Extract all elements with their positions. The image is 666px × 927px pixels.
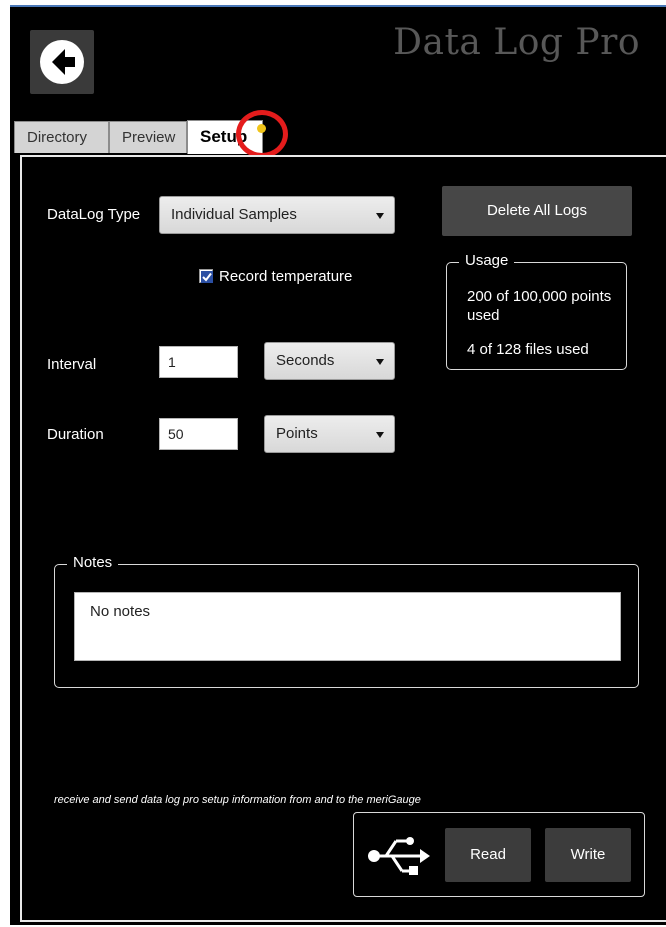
usage-legend: Usage [459, 252, 515, 269]
interval-unit-select[interactable]: Seconds [264, 342, 395, 380]
back-arrow-icon [40, 40, 84, 84]
tab-preview[interactable]: Preview [109, 121, 187, 153]
usage-points-line2: used [467, 307, 500, 324]
datalog-type-label: DataLog Type [47, 206, 141, 223]
usage-files: 4 of 128 files used [467, 341, 589, 358]
interval-input[interactable]: 1 [159, 346, 238, 378]
footer-hint: receive and send data log pro setup info… [54, 794, 421, 806]
highlight-ring [236, 110, 288, 158]
usb-transfer-group: Read Write [353, 812, 645, 897]
app-title: Data Log Pro [393, 22, 640, 63]
write-button[interactable]: Write [545, 828, 631, 882]
datalog-type-value: Individual Samples [171, 206, 297, 223]
interval-unit-value: Seconds [276, 352, 335, 369]
datalog-type-select[interactable]: Individual Samples [159, 196, 395, 234]
chevron-down-icon [376, 359, 384, 365]
duration-input[interactable]: 50 [159, 418, 238, 450]
usage-points-line1: 200 of 100,000 points [467, 288, 612, 305]
chevron-down-icon [376, 432, 384, 438]
notes-legend: Notes [67, 554, 119, 571]
usage-groupbox: Usage 200 of 100,000 points used 4 of 12… [446, 252, 627, 370]
record-temperature-label: Record temperature [219, 267, 353, 285]
notes-textarea[interactable]: No notes [74, 592, 621, 661]
duration-unit-select[interactable]: Points [264, 415, 395, 453]
delete-all-logs-button[interactable]: Delete All Logs [442, 186, 632, 236]
read-button[interactable]: Read [445, 828, 531, 882]
duration-unit-value: Points [276, 425, 318, 442]
chevron-down-icon [376, 213, 384, 219]
record-temperature-row: Record temperature [199, 266, 352, 286]
interval-label: Interval [47, 356, 97, 373]
checkmark-icon [201, 271, 213, 283]
tab-directory[interactable]: Directory [14, 121, 109, 153]
duration-label: Duration [47, 426, 104, 443]
back-button[interactable] [30, 30, 94, 94]
notes-groupbox: Notes No notes [54, 554, 639, 688]
usb-icon [368, 837, 430, 875]
record-temperature-checkbox[interactable] [199, 269, 213, 283]
